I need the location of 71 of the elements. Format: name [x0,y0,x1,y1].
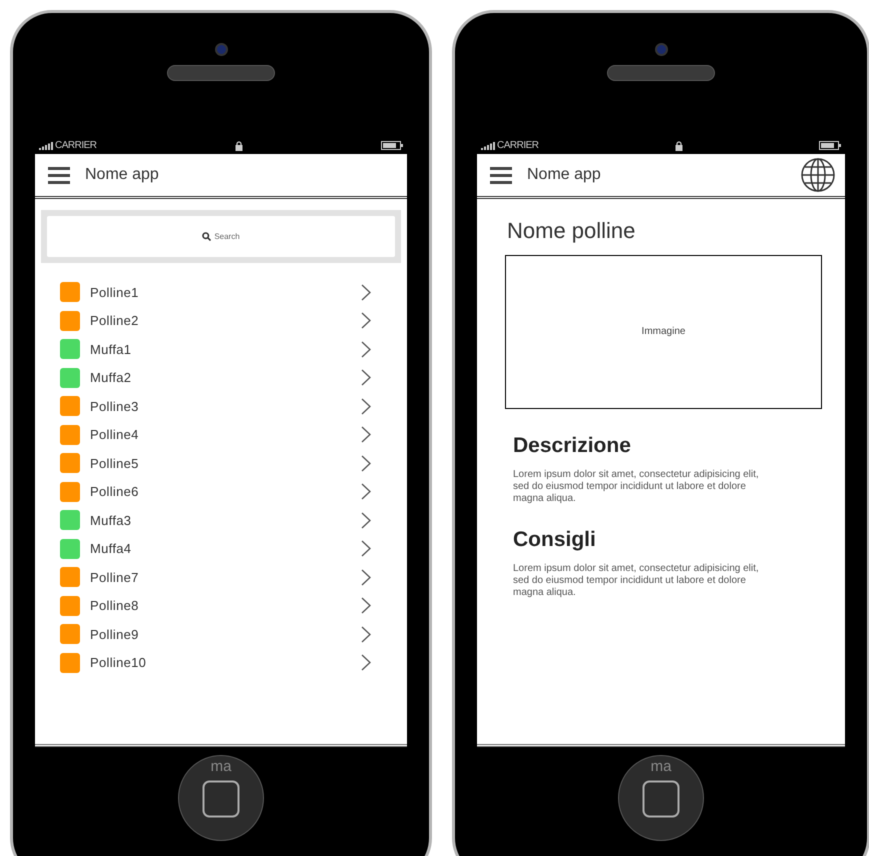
list-item[interactable]: Polline3 [35,392,407,420]
carrier-label: CARRIER [497,140,539,150]
section-text: Lorem ipsum dolor sit amet, consectetur adipisicing elit, sed do eiusmod tempor incididunt ut labore et dolore magna aliqua. [513,468,760,505]
chevron-right-icon [361,540,371,558]
camera [654,43,668,56]
section-text: Lorem ipsum dolor sit amet, consectetur adipisicing elit, sed do eiusmod tempor incididunt ut labore et dolore magna aliqua. [513,563,760,599]
menu-icon[interactable] [490,166,512,184]
chevron-right-icon [361,626,371,643]
item-label: Polline2 [90,312,139,330]
chevron-right-icon [361,568,371,586]
app-title: Nome app [85,165,159,185]
list-item[interactable]: Polline9 [35,620,407,648]
signal-icon [39,142,53,150]
search-icon [202,232,212,241]
chevron-right-icon [361,454,371,472]
chevron-right-icon [361,312,371,330]
battery-icon [380,141,403,150]
list-item[interactable]: Polline2 [35,306,407,335]
square-icon [642,780,680,818]
item-label: Polline4 [90,426,139,444]
list-item[interactable]: Muffa3 [35,506,407,534]
list-item[interactable]: Polline8 [35,592,407,620]
chevron-right-icon [361,512,371,529]
list-item[interactable]: Polline4 [35,420,407,449]
chevron-right-icon [361,398,371,415]
chevron-right-icon [361,426,371,444]
item-label: Muffa3 [90,512,132,530]
chevron-right-icon [361,654,371,672]
item-label: Polline5 [90,454,139,472]
list-item[interactable]: Polline10 [35,648,407,677]
lock-icon [234,140,243,150]
globe-icon[interactable] [800,157,836,193]
item-label: Muffa2 [90,369,132,387]
home-button[interactable]: ma [178,755,264,841]
item-label: Polline10 [90,654,146,672]
list-item[interactable]: Polline6 [35,478,407,506]
section-heading: Descrizione [513,432,632,458]
chevron-right-icon [361,284,371,301]
list-item[interactable]: Muffa1 [35,335,407,364]
chevron-right-icon [361,483,371,500]
item-label: Polline6 [90,483,139,501]
list-item[interactable]: Muffa4 [35,534,407,563]
signal-icon [481,142,495,150]
app-title: Nome app [527,165,601,185]
item-label: Muffa1 [90,340,132,358]
item-label: Polline7 [90,568,139,586]
image-label: Immagine [642,325,686,339]
list-item[interactable]: Polline7 [35,563,407,592]
battery-icon [818,141,841,150]
page-title: Nome polline [507,217,636,244]
item-label: Polline8 [90,597,139,615]
search-field[interactable]: Search [47,216,395,257]
item-label: Polline3 [90,398,139,416]
chevron-right-icon [361,597,371,614]
home-label: ma [650,759,672,774]
home-button[interactable]: ma [618,755,704,841]
lock-icon [674,140,683,150]
section-heading: Consigli [513,526,597,553]
carrier-label: CARRIER [55,140,97,150]
list-item[interactable]: Muffa2 [35,364,407,392]
camera [214,43,228,56]
menu-icon[interactable] [48,166,70,184]
item-label: Polline1 [90,284,139,302]
list-item[interactable]: Polline1 [35,278,407,306]
square-icon [202,780,240,818]
home-label: ma [210,759,232,774]
chevron-right-icon [361,340,371,358]
item-label: Muffa4 [90,540,132,558]
item-label: Polline9 [90,626,139,644]
list-item[interactable]: Polline5 [35,449,407,478]
chevron-right-icon [361,369,371,386]
